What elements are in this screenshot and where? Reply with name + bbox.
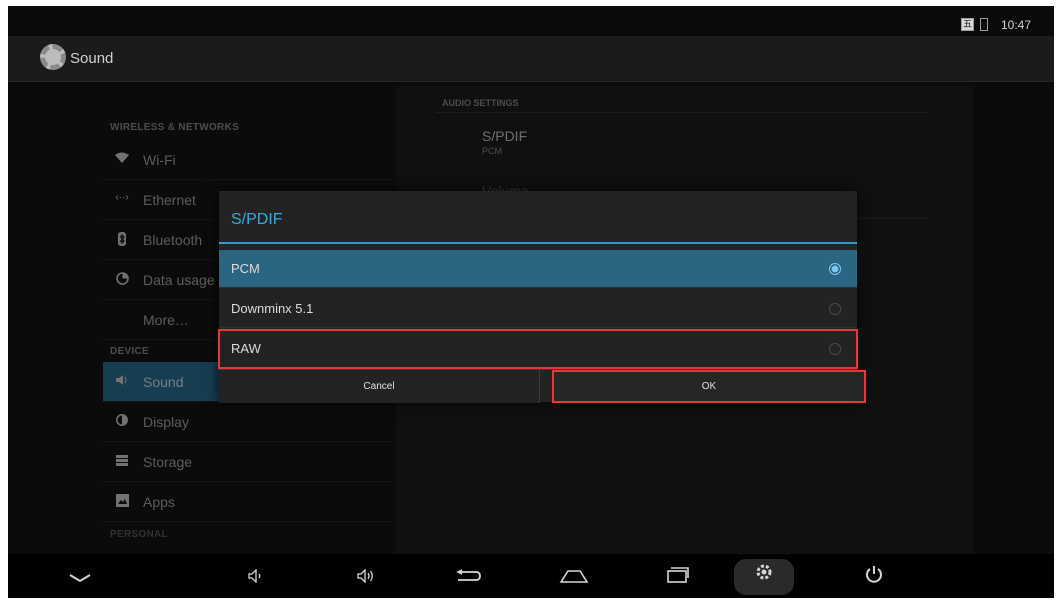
hide-bar-icon[interactable]: [50, 559, 110, 595]
option-label: Downminx 5.1: [231, 301, 314, 316]
back-icon[interactable]: [438, 559, 498, 595]
dialog-title: S/PDIF: [231, 211, 283, 228]
ok-button[interactable]: OK: [552, 370, 866, 403]
radio-button[interactable]: [829, 343, 841, 355]
settings-icon[interactable]: [734, 559, 794, 595]
spdif-dialog: S/PDIF PCM Downminx 5.1 RAW Cancel OK: [218, 191, 866, 403]
settings-gear-icon[interactable]: [40, 44, 66, 70]
radio-button[interactable]: [829, 263, 841, 275]
dialog-button-row: Cancel OK: [219, 369, 866, 403]
status-bar: 五 10:47: [8, 6, 1054, 36]
clock: 10:47: [1001, 18, 1032, 32]
android-screen: 五 10:47 Sound WIRELESS & NETWORKS Wi-Fi …: [8, 6, 1054, 598]
volume-down-icon[interactable]: [226, 559, 286, 595]
volume-up-icon[interactable]: [336, 559, 396, 595]
cancel-button[interactable]: Cancel: [219, 370, 540, 403]
option-downminx[interactable]: Downminx 5.1: [219, 290, 857, 328]
home-icon[interactable]: [544, 559, 604, 595]
power-icon[interactable]: [844, 559, 904, 595]
option-label: RAW: [231, 341, 261, 356]
signal-icon: [980, 18, 988, 31]
option-raw[interactable]: RAW: [218, 329, 858, 369]
option-pcm[interactable]: PCM: [219, 250, 857, 288]
radio-button[interactable]: [829, 303, 841, 315]
page-title: Sound: [70, 50, 114, 67]
input-method-icon: 五: [961, 18, 974, 31]
option-label: PCM: [231, 261, 260, 276]
action-bar: Sound: [8, 36, 1054, 82]
dialog-title-divider: [219, 242, 857, 244]
navigation-bar: [8, 554, 1054, 598]
recents-icon[interactable]: [648, 559, 708, 595]
